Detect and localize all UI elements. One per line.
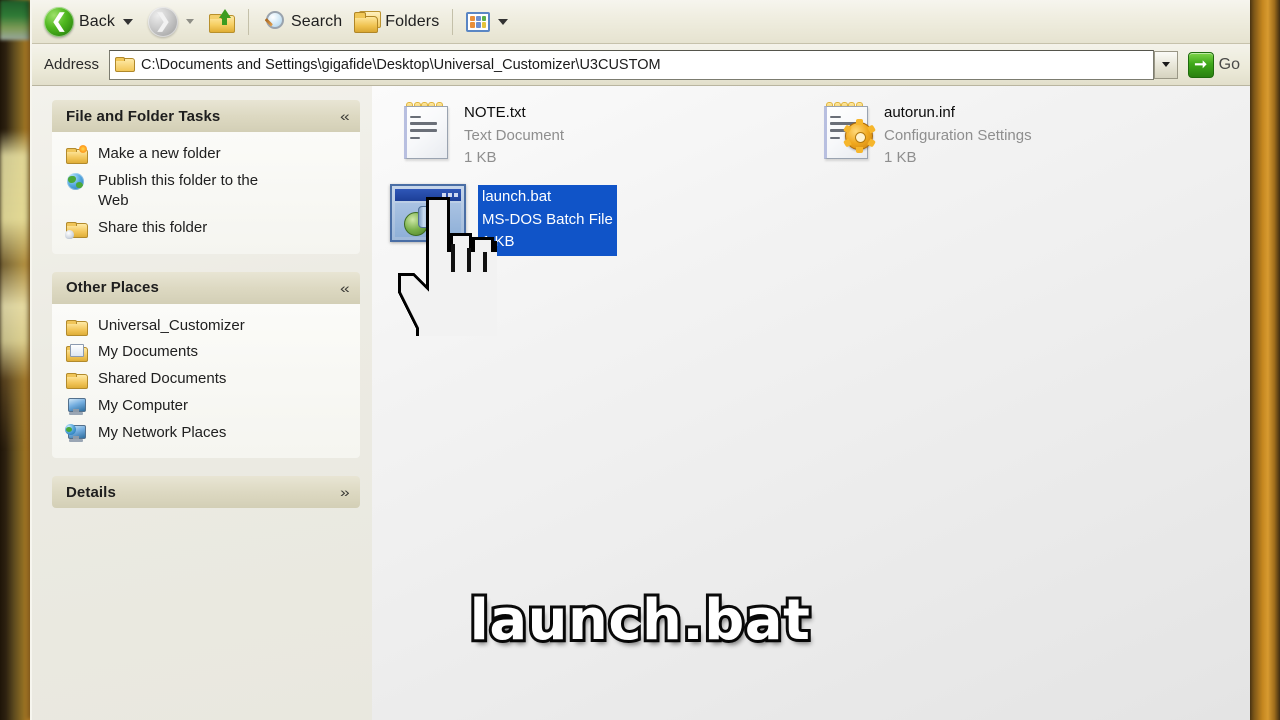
toolbar-separator-1 [247, 8, 249, 35]
place-label: Shared Documents [98, 370, 227, 388]
file-size: 1 KB [884, 149, 917, 166]
file-name: autorun.inf [884, 104, 955, 121]
folders-button-label: Folders [385, 12, 440, 30]
place-label: Universal_Customizer [98, 316, 245, 334]
back-arrow-icon: ❮ [44, 6, 74, 37]
address-input[interactable]: C:\Documents and Settings\gigafide\Deskt… [109, 49, 1154, 80]
share-folder-icon [65, 220, 88, 240]
panel-file-and-folder-tasks: File and Folder Tasks « Make a new folde… [52, 100, 360, 254]
expand-chevron-down-icon[interactable]: » [340, 485, 350, 499]
panel-title: Other Places [66, 279, 159, 297]
folders-button[interactable]: Folders [348, 3, 445, 41]
forward-chevron-down-icon[interactable] [185, 19, 194, 24]
panel-header-file-and-folder-tasks[interactable]: File and Folder Tasks « [52, 100, 360, 132]
publish-web-icon [66, 172, 87, 191]
forward-button[interactable]: ❯ [142, 3, 203, 41]
place-my-network-places[interactable]: My Network Places [65, 420, 350, 447]
folder-icon [66, 318, 88, 336]
place-universal-customizer[interactable]: Universal_Customizer [66, 313, 350, 340]
address-bar: Address C:\Documents and Settings\gigafi… [32, 44, 1250, 86]
file-name: NOTE.txt [464, 104, 526, 121]
back-button-label: Back [79, 12, 115, 30]
place-label: My Documents [98, 343, 199, 361]
my-documents-icon [66, 344, 88, 363]
file-type: Configuration Settings [884, 126, 1032, 144]
task-publish-this-folder-to-the-web[interactable]: Publish this folder to the Web [66, 168, 350, 215]
panel-title: File and Folder Tasks [66, 107, 221, 125]
panel-header-details[interactable]: Details » [52, 476, 360, 509]
search-icon [262, 10, 286, 34]
panel-details: Details » [52, 476, 360, 509]
forward-arrow-icon: ❯ [147, 6, 178, 37]
task-share-this-folder[interactable]: Share this folder [65, 215, 350, 242]
views-button[interactable] [460, 3, 517, 41]
toolbar: ❮ Back ❯ Search Folders [32, 0, 1250, 44]
place-my-documents[interactable]: My Documents [66, 339, 350, 366]
collapse-chevron-up-icon[interactable]: « [340, 281, 350, 295]
my-network-places-icon [65, 423, 87, 443]
toolbar-separator-2 [452, 8, 454, 35]
address-label: Address [44, 56, 100, 73]
task-label: Share this folder [98, 219, 208, 237]
new-folder-icon [66, 145, 88, 164]
back-button[interactable]: ❮ Back [38, 3, 142, 41]
task-label: Make a new folder [98, 145, 221, 162]
folders-icon [354, 10, 382, 33]
file-item-launch-bat[interactable]: launch.bat MS-DOS Batch File 1 KB [390, 184, 617, 256]
place-my-computer[interactable]: My Computer [66, 393, 350, 420]
views-grid-icon [466, 11, 491, 32]
address-chevron-down-icon [1161, 62, 1170, 67]
search-button-label: Search [290, 12, 343, 30]
address-path-text: C:\Documents and Settings\gigafide\Deskt… [141, 56, 661, 73]
file-type: Text Document [464, 126, 565, 144]
place-label: My Network Places [98, 423, 227, 441]
panel-other-places: Other Places « Universal_Customizer My D… [52, 271, 360, 459]
ms-dos-batch-file-icon [390, 184, 466, 242]
panel-title: Details [66, 483, 116, 501]
file-item-autorun-inf[interactable]: autorun.inf Configuration Settings 1 KB [820, 100, 1032, 170]
desktop-wallpaper-top-left [0, 0, 30, 40]
go-button-label: Go [1218, 55, 1240, 73]
search-button[interactable]: Search [256, 3, 348, 41]
up-folder-icon [208, 8, 235, 34]
file-name: launch.bat [482, 188, 552, 205]
file-size: 1 KB [464, 149, 497, 166]
file-meta: launch.bat MS-DOS Batch File 1 KB [478, 185, 617, 256]
panel-header-other-places[interactable]: Other Places « [52, 271, 360, 304]
collapse-chevron-up-icon[interactable]: « [340, 109, 350, 123]
views-chevron-down-icon[interactable] [498, 18, 509, 25]
up-button[interactable] [203, 3, 241, 41]
video-caption-text: launch.bat [467, 585, 813, 656]
file-item-note-txt[interactable]: NOTE.txt Text Document 1 KB [400, 100, 564, 170]
text-document-icon [400, 100, 452, 160]
configuration-settings-icon [820, 100, 876, 160]
panel-body-other-places: Universal_Customizer My Documents Shared… [52, 303, 360, 459]
go-button[interactable]: ➞ Go [1179, 51, 1246, 78]
file-meta: NOTE.txt Text Document 1 KB [464, 100, 564, 170]
task-make-a-new-folder[interactable]: Make a new folder [66, 141, 350, 168]
place-label: My Computer [98, 396, 189, 414]
task-label: Publish this folder to the Web [98, 171, 259, 210]
desktop-wallpaper-left [0, 130, 30, 450]
shared-documents-icon [66, 371, 88, 390]
address-folder-icon [115, 57, 136, 72]
go-arrow-icon: ➞ [1187, 51, 1214, 78]
file-size: 1 KB [482, 233, 515, 250]
place-shared-documents[interactable]: Shared Documents [66, 366, 350, 393]
back-chevron-down-icon[interactable] [122, 18, 133, 25]
file-type: MS-DOS Batch File [482, 210, 613, 228]
my-computer-icon [66, 397, 87, 416]
panel-body-file-and-folder-tasks: Make a new folder Publish this folder to… [52, 132, 360, 254]
file-meta: autorun.inf Configuration Settings 1 KB [884, 100, 1032, 170]
address-dropdown-button[interactable] [1153, 50, 1178, 79]
